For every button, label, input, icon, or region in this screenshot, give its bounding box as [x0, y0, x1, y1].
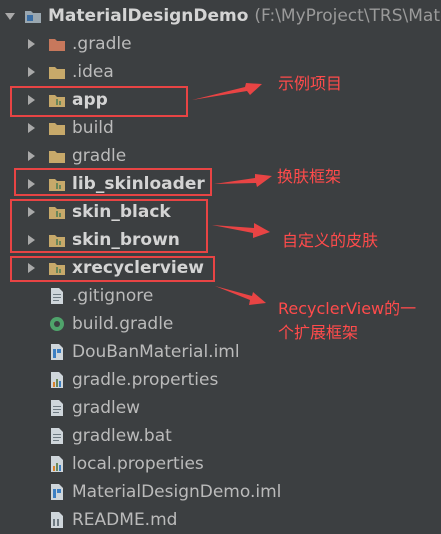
tree-label: gradlew	[72, 398, 141, 418]
project-folder-icon	[25, 11, 41, 23]
annotation-box-lib-skinloader	[14, 168, 212, 196]
annotation-text-skins: 自定义的皮肤	[282, 231, 379, 250]
project-root-path: (F:\MyProject\TRS\Mate	[254, 6, 441, 26]
iml-file-icon	[51, 344, 63, 360]
text-file-icon	[51, 288, 63, 304]
expand-arrow-icon[interactable]	[5, 13, 15, 20]
folder-icon	[49, 67, 65, 79]
tree-row-gradlew[interactable]: gradlew	[0, 394, 441, 422]
tree-row-gradle-dir[interactable]: .gradle	[0, 30, 441, 58]
annotation-text-app: 示例项目	[278, 74, 343, 93]
expand-arrow-icon[interactable]	[28, 123, 35, 133]
tree-label: gradle	[72, 146, 127, 166]
expand-arrow-icon[interactable]	[28, 151, 35, 161]
project-root-name: MaterialDesignDemo	[48, 6, 249, 26]
tree-row-douban-iml[interactable]: DouBanMaterial.iml	[0, 338, 441, 366]
annotation-box-skins	[10, 199, 208, 253]
text-file-icon	[51, 428, 63, 444]
tree-label: .gradle	[72, 34, 132, 54]
tree-row-local-properties[interactable]: local.properties	[0, 450, 441, 478]
tree-label: .gitignore	[72, 286, 154, 306]
tree-row-idea[interactable]: .idea	[0, 58, 441, 86]
annotation-box-xrecyclerview	[10, 256, 215, 282]
tree-label: gradle.properties	[72, 370, 219, 390]
tree-label: local.properties	[72, 454, 204, 474]
annotation-box-app	[10, 86, 188, 117]
text-file-icon	[51, 400, 63, 416]
tree-label: build.gradle	[72, 314, 174, 334]
annotation-text-xrecycler-line2: 个扩展框架	[278, 323, 359, 342]
annotation-text-lib-skinloader: 换肤框架	[277, 167, 342, 186]
tree-row-build[interactable]: build	[0, 114, 441, 142]
tree-row-root[interactable]: MaterialDesignDemo (F:\MyProject\TRS\Mat…	[0, 2, 441, 30]
properties-file-icon	[51, 456, 63, 472]
tree-row-readme[interactable]: README.md	[0, 506, 441, 534]
properties-file-icon	[51, 372, 63, 388]
iml-file-icon	[51, 484, 63, 500]
tree-row-gradlew-bat[interactable]: gradlew.bat	[0, 422, 441, 450]
folder-excluded-icon	[49, 39, 65, 51]
tree-label: MaterialDesignDemo.iml	[72, 482, 282, 502]
expand-arrow-icon[interactable]	[28, 67, 35, 77]
markdown-file-icon	[51, 512, 63, 528]
tree-row-gradle[interactable]: gradle	[0, 142, 441, 170]
tree-label: DouBanMaterial.iml	[72, 342, 240, 362]
folder-icon	[49, 151, 65, 163]
tree-row-materialdesigndemo-iml[interactable]: MaterialDesignDemo.iml	[0, 478, 441, 506]
tree-label: README.md	[72, 510, 178, 530]
expand-arrow-icon[interactable]	[28, 39, 35, 49]
tree-label: gradlew.bat	[72, 426, 172, 446]
gradle-file-icon	[50, 317, 64, 331]
tree-label: build	[72, 118, 114, 138]
annotation-text-xrecycler-line1: RecyclerView的一	[278, 299, 417, 318]
tree-label: .idea	[72, 62, 114, 82]
folder-icon	[49, 123, 65, 135]
tree-row-gradle-properties[interactable]: gradle.properties	[0, 366, 441, 394]
